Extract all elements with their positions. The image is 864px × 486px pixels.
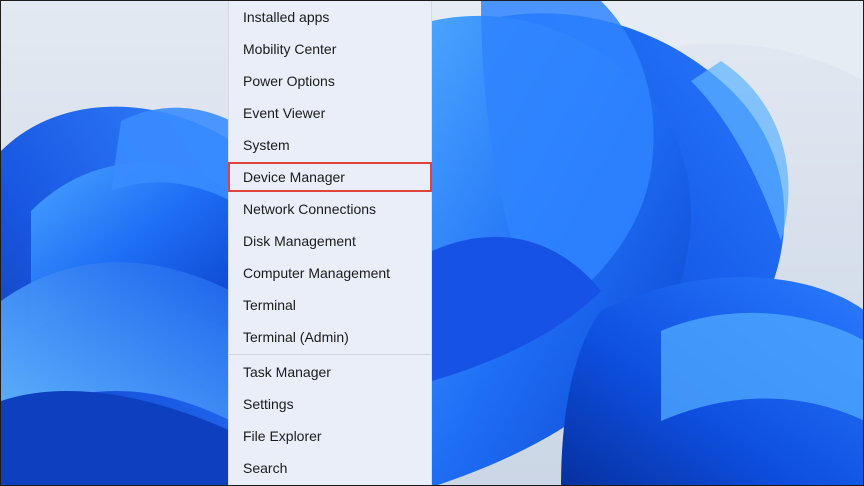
menu-item-file-explorer[interactable]: File Explorer	[229, 421, 432, 451]
menu-item-task-manager[interactable]: Task Manager	[229, 357, 432, 387]
menu-item-event-viewer[interactable]: Event Viewer	[229, 98, 432, 128]
menu-item-power-options[interactable]: Power Options	[229, 66, 432, 96]
desktop-wallpaper	[1, 1, 863, 485]
menu-item-device-manager[interactable]: Device Manager	[228, 162, 432, 192]
desktop-screen: Installed apps Mobility Center Power Opt…	[0, 0, 864, 486]
menu-item-search[interactable]: Search	[229, 453, 432, 483]
menu-item-mobility-center[interactable]: Mobility Center	[229, 34, 432, 64]
quick-link-context-menu: Installed apps Mobility Center Power Opt…	[228, 1, 432, 485]
menu-item-terminal[interactable]: Terminal	[229, 290, 432, 320]
menu-item-terminal-admin[interactable]: Terminal (Admin)	[229, 322, 432, 352]
menu-item-computer-management[interactable]: Computer Management	[229, 258, 432, 288]
menu-item-system[interactable]: System	[229, 130, 432, 160]
menu-item-network-connections[interactable]: Network Connections	[229, 194, 432, 224]
menu-item-settings[interactable]: Settings	[229, 389, 432, 419]
menu-item-disk-management[interactable]: Disk Management	[229, 226, 432, 256]
menu-separator	[229, 354, 432, 355]
menu-item-installed-apps[interactable]: Installed apps	[229, 2, 432, 32]
